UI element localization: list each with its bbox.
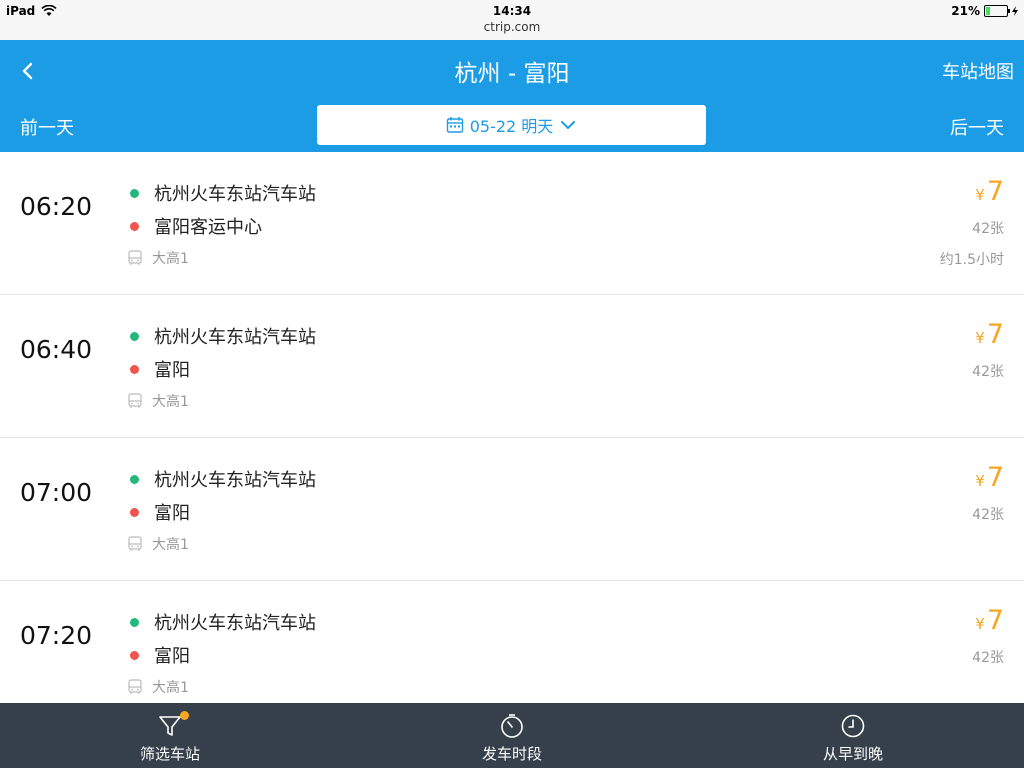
- date-label: 05-22 明天: [469, 117, 554, 136]
- battery-percent: 21%: [951, 4, 980, 18]
- bus-icon: [128, 250, 142, 265]
- tickets-left: 42张: [972, 650, 1004, 666]
- destination-label: 富阳: [154, 646, 190, 667]
- origin-station: 杭州火车东站汽车站: [130, 323, 316, 349]
- price-amount: 7: [986, 462, 1004, 493]
- timer-icon: [499, 713, 525, 739]
- destination-label: 富阳客运中心: [154, 217, 262, 238]
- screen: iPad 14:34 ctrip.com 21% 杭州 - 富阳 车站地图 前一…: [0, 0, 1024, 768]
- clock-icon: [840, 713, 866, 739]
- battery-icon: [984, 5, 1010, 17]
- destination-station: 富阳: [130, 356, 190, 382]
- origin-dot: [130, 617, 139, 627]
- bus-type-label: 大高1: [152, 394, 189, 410]
- destination-label: 富阳: [154, 360, 190, 381]
- bus-type: 大高1: [128, 677, 189, 697]
- page-url: ctrip.com: [483, 20, 541, 34]
- bus-type: 大高1: [128, 248, 189, 268]
- tickets-left: 42张: [972, 221, 1004, 237]
- destination-dot: [130, 364, 139, 374]
- price: ¥ 7: [975, 462, 1004, 493]
- destination-label: 富阳: [154, 503, 190, 524]
- trip-row[interactable]: 07:00 杭州火车东站汽车站 富阳 大高1 ¥ 7 42张: [0, 438, 1024, 581]
- filter-station-label: 筛选车站: [139, 745, 200, 763]
- price-amount: 7: [986, 319, 1004, 350]
- status-bar: iPad 14:34 ctrip.com 21%: [0, 0, 1024, 40]
- battery-fill: [986, 7, 991, 15]
- calendar-icon: [446, 117, 463, 133]
- funnel-icon: [157, 711, 189, 739]
- price: ¥ 7: [975, 176, 1004, 207]
- station-map-link[interactable]: 车站地图: [942, 58, 1014, 84]
- origin-label: 杭州火车东站汽车站: [154, 470, 316, 491]
- departure-period-button[interactable]: 发车时段: [452, 713, 572, 764]
- departure-time: 06:20: [20, 192, 93, 221]
- departure-time: 07:20: [20, 621, 93, 650]
- destination-station: 富阳客运中心: [130, 213, 262, 239]
- charging-icon: [1012, 6, 1018, 16]
- bus-icon: [128, 393, 142, 408]
- currency-symbol: ¥: [975, 472, 985, 490]
- sort-early-late-button[interactable]: 从早到晚: [793, 713, 913, 764]
- bus-type-label: 大高1: [152, 680, 189, 696]
- destination-dot: [130, 650, 139, 660]
- sort-label: 从早到晚: [822, 745, 883, 763]
- status-time: 14:34: [492, 4, 532, 18]
- departure-time: 06:40: [20, 335, 93, 364]
- origin-station: 杭州火车东站汽车站: [130, 609, 316, 635]
- origin-label: 杭州火车东站汽车站: [154, 613, 316, 634]
- bus-type-label: 大高1: [152, 251, 189, 267]
- bus-type: 大高1: [128, 534, 189, 554]
- origin-dot: [130, 331, 139, 341]
- trip-row[interactable]: 06:20 杭州火车东站汽车站 富阳客运中心 大高1 ¥ 7 42张 约1.5小…: [0, 152, 1024, 295]
- chevron-down-icon: [561, 121, 576, 129]
- next-day-button[interactable]: 后一天: [950, 114, 1004, 140]
- destination-station: 富阳: [130, 642, 190, 668]
- departure-time: 07:00: [20, 478, 93, 507]
- origin-dot: [130, 474, 139, 484]
- prev-day-button[interactable]: 前一天: [20, 114, 74, 140]
- origin-dot: [130, 188, 139, 198]
- trip-list: 06:20 杭州火车东站汽车站 富阳客运中心 大高1 ¥ 7 42张 约1.5小…: [0, 152, 1024, 724]
- price-amount: 7: [986, 176, 1004, 207]
- tickets-left: 42张: [972, 364, 1004, 380]
- currency-symbol: ¥: [975, 186, 985, 204]
- bus-type-label: 大高1: [152, 537, 189, 553]
- origin-station: 杭州火车东站汽车站: [130, 180, 316, 206]
- bus-icon: [128, 536, 142, 551]
- origin-label: 杭州火车东站汽车站: [154, 327, 316, 348]
- trip-row[interactable]: 06:40 杭州火车东站汽车站 富阳 大高1 ¥ 7 42张: [0, 295, 1024, 438]
- currency-symbol: ¥: [975, 329, 985, 347]
- bus-type: 大高1: [128, 391, 189, 411]
- filter-badge-dot: [180, 711, 189, 720]
- status-right: 21%: [951, 4, 1018, 18]
- bottom-toolbar: 筛选车站 发车时段 从早到晚: [0, 703, 1024, 768]
- header: 杭州 - 富阳 车站地图 前一天 05-22 明天 后一天: [0, 40, 1024, 152]
- currency-symbol: ¥: [975, 615, 985, 633]
- origin-label: 杭州火车东站汽车站: [154, 184, 316, 205]
- destination-dot: [130, 221, 139, 231]
- date-picker[interactable]: 05-22 明天: [317, 105, 706, 145]
- origin-station: 杭州火车东站汽车站: [130, 466, 316, 492]
- departure-period-label: 发车时段: [481, 745, 542, 763]
- destination-station: 富阳: [130, 499, 190, 525]
- price: ¥ 7: [975, 319, 1004, 350]
- bus-icon: [128, 679, 142, 694]
- duration: 约1.5小时: [939, 252, 1004, 268]
- destination-dot: [130, 507, 139, 517]
- price-amount: 7: [986, 605, 1004, 636]
- tickets-left: 42张: [972, 507, 1004, 523]
- price: ¥ 7: [975, 605, 1004, 636]
- filter-station-button[interactable]: 筛选车站: [110, 711, 230, 764]
- page-title: 杭州 - 富阳: [454, 61, 570, 87]
